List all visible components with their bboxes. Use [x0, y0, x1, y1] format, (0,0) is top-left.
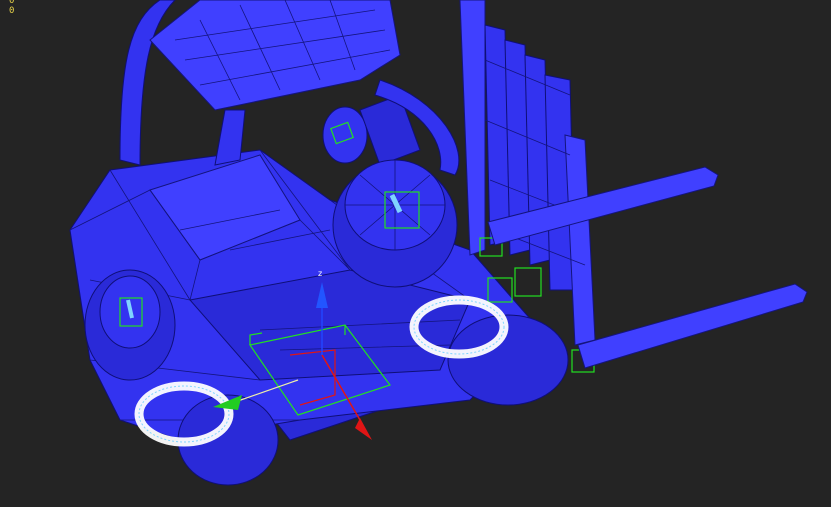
rear-wheel-right[interactable] — [332, 159, 458, 288]
3d-viewport[interactable]: z 0 0 — [0, 0, 831, 507]
mast-rail-left[interactable] — [459, 0, 486, 256]
mast-rail-right[interactable] — [564, 134, 596, 346]
rear-wheel-left[interactable] — [84, 269, 176, 381]
guard-center-post[interactable] — [214, 109, 246, 166]
gizmo-x-arrow[interactable] — [355, 418, 372, 440]
mast-helper-3[interactable] — [514, 267, 542, 297]
fork-lower[interactable] — [577, 283, 808, 369]
viewport-stat-line-2: 0 — [9, 6, 15, 16]
guard-left-post[interactable] — [119, 0, 176, 166]
viewport-canvas[interactable]: z — [0, 0, 831, 507]
gizmo-z-label: z — [318, 269, 322, 278]
forklift-mesh[interactable] — [69, 0, 808, 486]
steering-wheel-rim[interactable] — [322, 106, 368, 164]
